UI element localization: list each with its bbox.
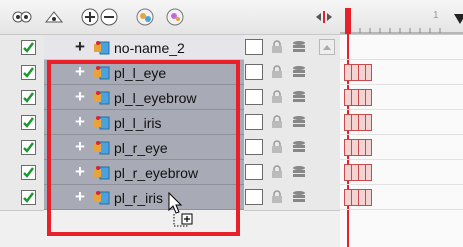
frame-number: 1 (433, 10, 439, 21)
playhead-marker[interactable] (345, 8, 351, 34)
exposure-cells[interactable] (344, 164, 372, 181)
layer-name: no-name_2 (114, 40, 185, 56)
lock-icon[interactable] (271, 165, 283, 184)
lock-icon[interactable] (271, 140, 283, 159)
color-swatch[interactable] (245, 89, 263, 105)
add-peg-icon[interactable] (135, 8, 155, 26)
visibility-cell (0, 135, 44, 161)
color-swatch[interactable] (245, 114, 263, 130)
color-swatch[interactable] (245, 189, 263, 205)
layer-controls (244, 160, 340, 186)
scroll-up-button[interactable] (319, 39, 335, 55)
visibility-checkbox[interactable] (21, 115, 36, 130)
timeline-row (340, 160, 463, 185)
layer-controls (244, 185, 340, 211)
visibility-cell (0, 160, 44, 186)
show-all-icon[interactable] (12, 8, 32, 26)
timeline-header: 1 (340, 0, 463, 35)
scene-end-marker[interactable] (454, 14, 463, 24)
exposure-cells[interactable] (344, 89, 372, 106)
visibility-cell (0, 60, 44, 86)
frame-ruler[interactable] (340, 14, 463, 34)
layer-stack-icon[interactable] (292, 165, 306, 184)
lock-icon[interactable] (271, 190, 283, 209)
visibility-checkbox[interactable] (21, 140, 36, 155)
expand-icon[interactable]: + (75, 38, 85, 55)
layer-controls (244, 110, 340, 136)
selection-highlight (47, 60, 240, 236)
timeline-row (340, 35, 463, 60)
layer-stack-icon[interactable] (292, 90, 306, 109)
exposure-cells[interactable] (344, 189, 372, 206)
exposure-cells[interactable] (344, 64, 372, 81)
layer-stack-icon[interactable] (292, 190, 306, 209)
layer-controls (244, 85, 340, 111)
layer-row[interactable]: + no-name_2 (0, 35, 340, 61)
split-view-icon[interactable] (314, 8, 334, 26)
exposure-cells[interactable] (344, 114, 372, 131)
visibility-cell (0, 185, 44, 211)
lock-icon[interactable] (271, 115, 283, 134)
timeline-row (340, 185, 463, 210)
color-swatch[interactable] (245, 64, 263, 80)
timeline-row (340, 110, 463, 135)
lock-icon[interactable] (271, 90, 283, 109)
layer-controls (244, 135, 340, 161)
visibility-checkbox[interactable] (21, 190, 36, 205)
lock-icon[interactable] (271, 40, 283, 59)
lock-icon[interactable] (271, 65, 283, 84)
peg-icon (93, 40, 111, 61)
visibility-cell (0, 110, 44, 136)
drag-cursor-icon (168, 192, 193, 227)
hide-all-icon[interactable] (44, 8, 64, 26)
visibility-cell (0, 85, 44, 111)
visibility-checkbox[interactable] (21, 90, 36, 105)
timeline-row (340, 135, 463, 160)
layer-stack-icon[interactable] (292, 115, 306, 134)
remove-layer-icon[interactable] (99, 8, 119, 26)
timeline-row (340, 85, 463, 110)
layer-controls (244, 35, 340, 61)
visibility-cell (0, 35, 44, 61)
visibility-checkbox[interactable] (21, 65, 36, 80)
color-swatch[interactable] (245, 139, 263, 155)
color-swatch[interactable] (245, 39, 263, 55)
layer-toolbar (0, 0, 340, 35)
layer-controls (244, 60, 340, 86)
layer-stack-icon[interactable] (292, 140, 306, 159)
color-swatch[interactable] (245, 164, 263, 180)
visibility-checkbox[interactable] (21, 40, 36, 55)
add-layer-icon[interactable] (80, 8, 100, 26)
exposure-cells[interactable] (344, 139, 372, 156)
add-drawing-icon[interactable] (165, 8, 185, 26)
layer-stack-icon[interactable] (292, 40, 306, 59)
layer-name-cell[interactable]: + no-name_2 (44, 35, 244, 60)
layer-stack-icon[interactable] (292, 65, 306, 84)
visibility-checkbox[interactable] (21, 165, 36, 180)
timeline-row (340, 60, 463, 85)
